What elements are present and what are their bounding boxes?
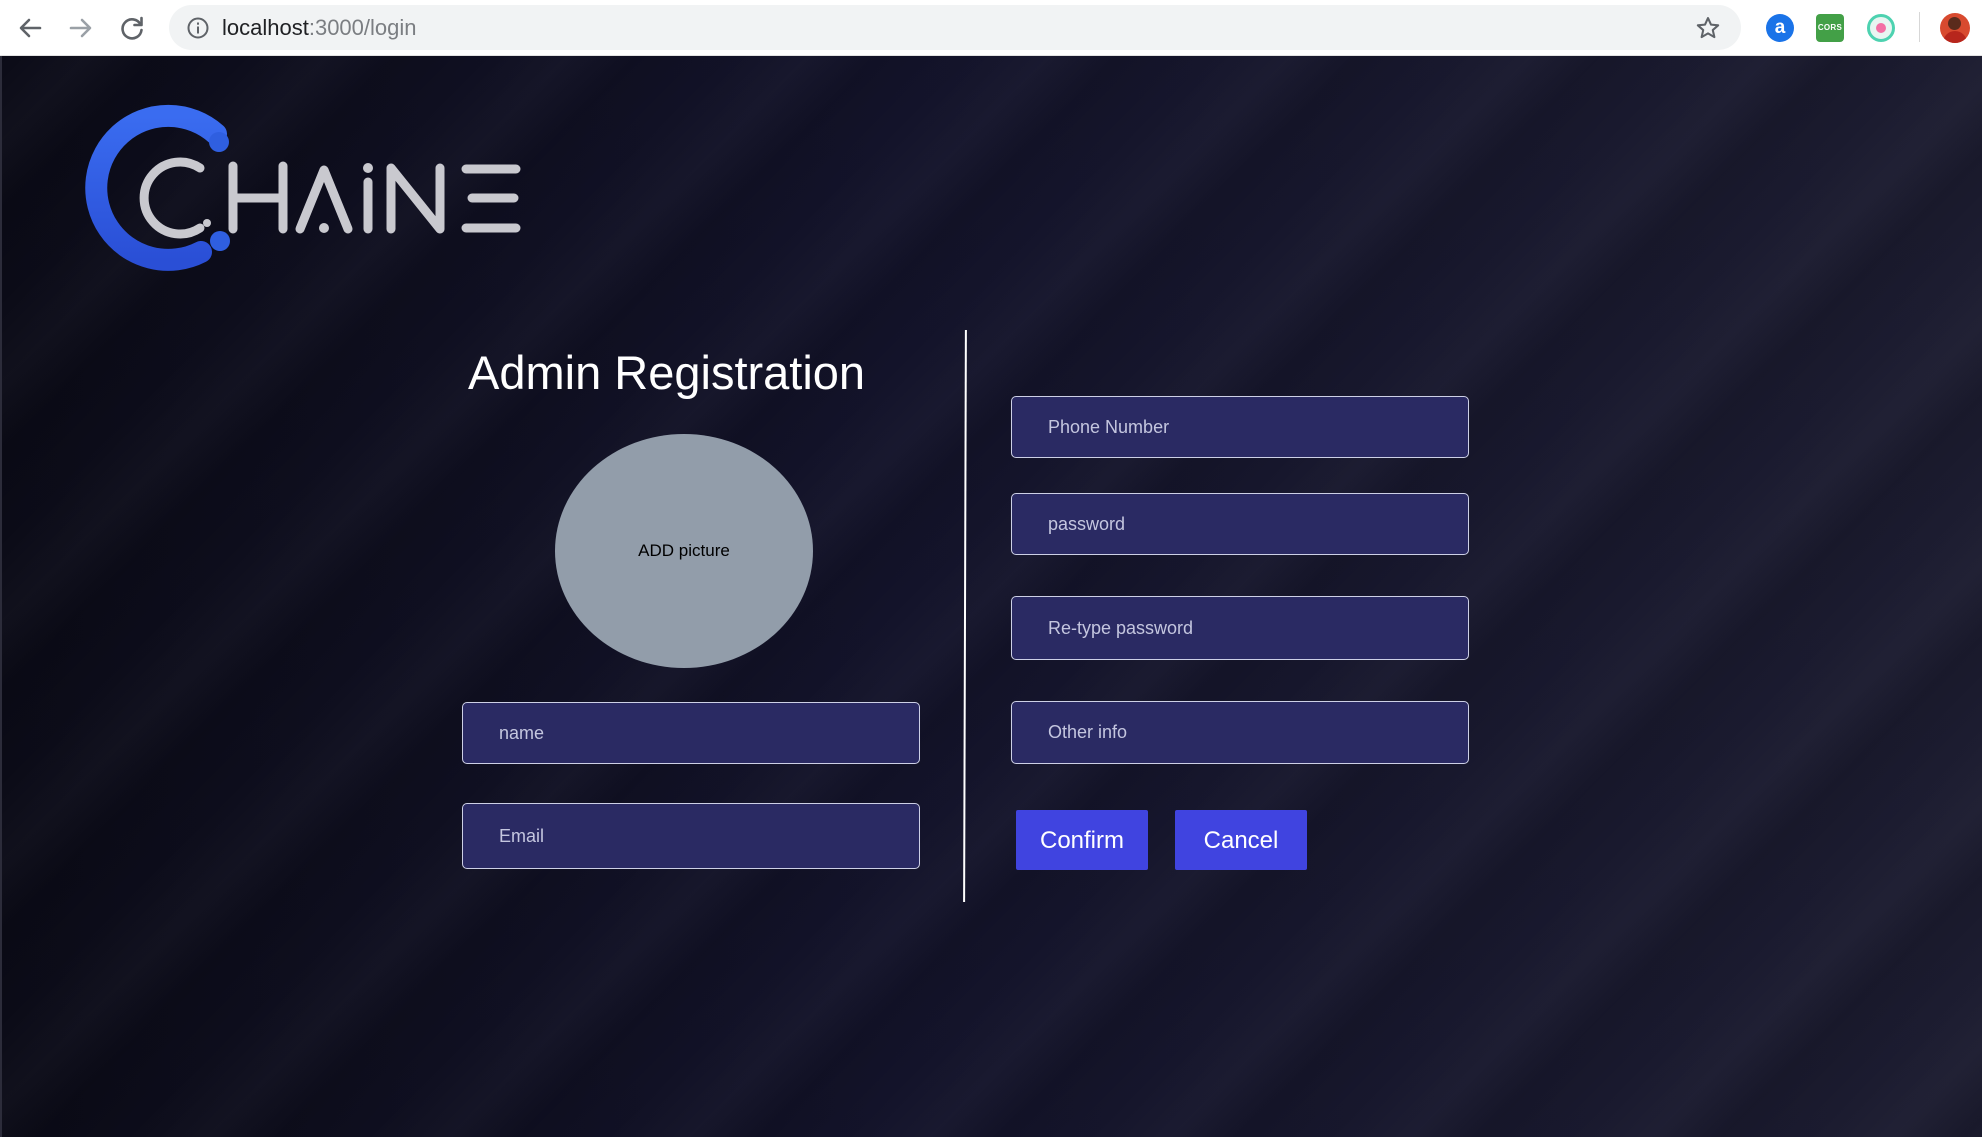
address-bar[interactable]: localhost:3000/login (169, 5, 1741, 50)
add-picture-button[interactable]: ADD picture (555, 434, 813, 668)
confirm-button[interactable]: Confirm (1016, 810, 1148, 870)
toolbar-divider (1919, 12, 1920, 42)
ring-extension-icon[interactable] (1867, 14, 1895, 42)
forward-icon[interactable] (65, 12, 97, 44)
a-icon[interactable]: a (1766, 14, 1794, 42)
reload-icon[interactable] (116, 12, 148, 44)
profile-avatar[interactable] (1940, 13, 1970, 43)
retype-password-input[interactable] (1011, 596, 1469, 660)
url-path: :3000/login (308, 15, 417, 40)
page-background: Admin Registration ADD picture Confirm C… (0, 56, 1982, 1137)
url-host: localhost (222, 15, 309, 40)
email-input[interactable] (462, 803, 920, 869)
cancel-button[interactable]: Cancel (1175, 810, 1307, 870)
browser-toolbar: localhost:3000/login a CORS (0, 0, 1982, 56)
phone-number-input[interactable] (1011, 396, 1469, 458)
chaine-logo (78, 102, 528, 278)
bookmark-star-icon[interactable] (1695, 15, 1721, 41)
page-title: Admin Registration (468, 346, 866, 399)
vertical-divider (963, 329, 967, 903)
site-info-icon[interactable] (186, 16, 210, 40)
name-input[interactable] (462, 702, 920, 764)
url-text: localhost:3000/login (222, 15, 417, 41)
cors-icon[interactable]: CORS (1816, 14, 1844, 42)
other-info-input[interactable] (1011, 701, 1469, 764)
back-icon[interactable] (14, 12, 46, 44)
password-input[interactable] (1011, 493, 1469, 555)
